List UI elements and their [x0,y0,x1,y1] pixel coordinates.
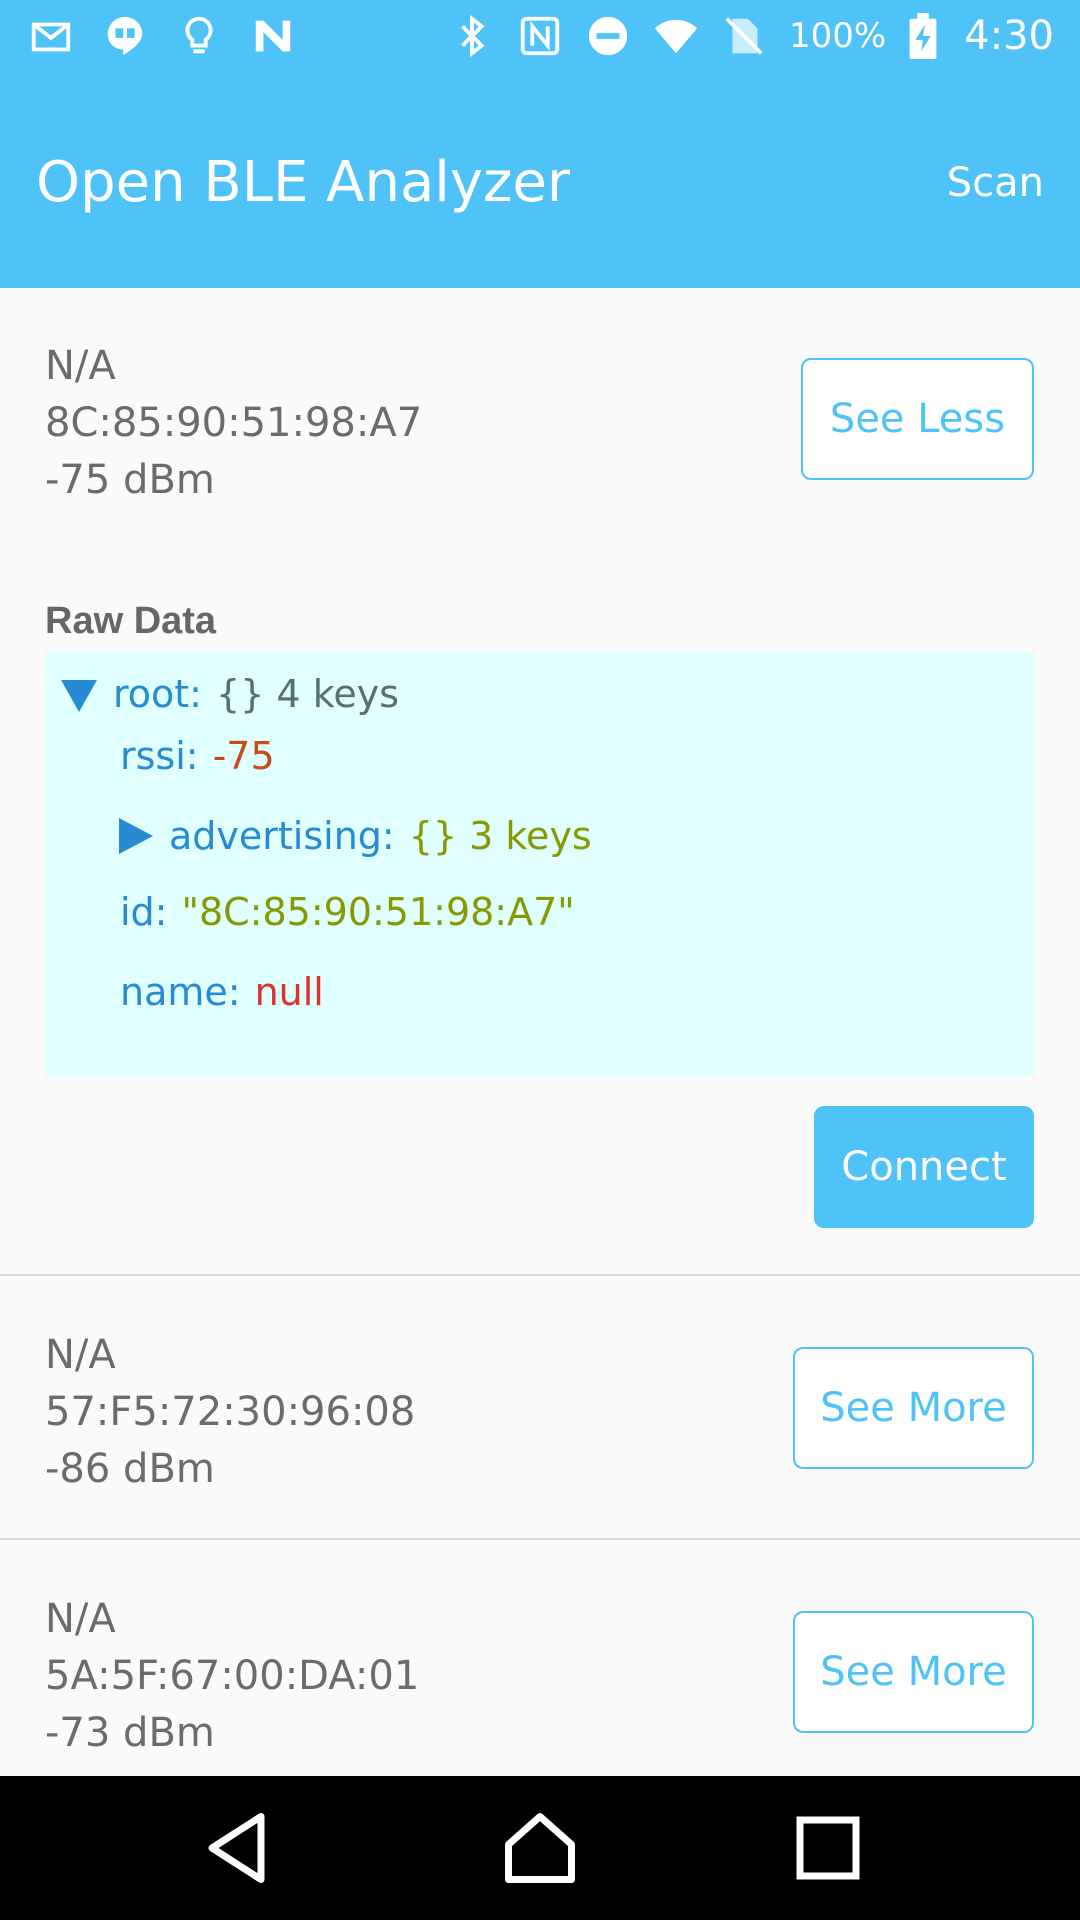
json-advertising-row[interactable]: advertising: {} 3 keys [115,814,592,858]
json-key: id: [120,890,168,934]
device-info: N/A 57:F5:72:30:96:08 -86 dBm [45,1327,415,1498]
lightbulb-icon [176,13,222,59]
clock: 4:30 [964,13,1054,59]
no-sim-icon [721,13,767,59]
device-address: 5A:5F:67:00:DA:01 [45,1653,420,1699]
recents-icon[interactable] [786,1806,870,1890]
device-name: N/A [45,1596,116,1642]
json-name-row: name: null [120,970,324,1014]
json-summary: {} 4 keys [216,672,400,716]
device-rssi: -86 dBm [45,1446,215,1492]
app-bar: Open BLE Analyzer Scan [0,72,1080,288]
gmail-icon [28,13,74,59]
caret-right-icon[interactable] [115,816,155,856]
app-title: Open BLE Analyzer [36,150,570,215]
json-value: -75 [212,734,275,778]
see-less-button[interactable]: See Less [801,358,1034,480]
connect-button[interactable]: Connect [814,1106,1034,1228]
caret-down-icon[interactable] [59,674,99,714]
json-key: root: [113,672,202,716]
home-icon[interactable] [498,1806,582,1890]
json-value: null [254,970,324,1014]
json-value: "8C:85:90:51:98:A7" [181,890,575,934]
json-key: rssi: [120,734,199,778]
navigation-bar [0,1776,1080,1920]
see-more-button[interactable]: See More [793,1347,1034,1469]
status-bar: 100% 4:30 [0,0,1080,72]
device-address: 8C:85:90:51:98:A7 [45,400,423,446]
device-rssi: -75 dBm [45,457,215,503]
back-icon[interactable] [198,1806,282,1890]
device-info: N/A 5A:5F:67:00:DA:01 -73 dBm [45,1591,419,1762]
json-summary: {} 3 keys [408,814,592,858]
raw-data-heading: Raw Data [45,600,217,642]
scan-button[interactable]: Scan [947,160,1044,206]
battery-percent: 100% [788,16,887,56]
divider [0,1274,1080,1276]
see-more-button[interactable]: See More [793,1611,1034,1733]
device-info: N/A 8C:85:90:51:98:A7 -75 dBm [45,338,422,509]
n-logo-icon [250,13,296,59]
battery-charging-icon [908,13,938,59]
json-key: name: [120,970,241,1014]
json-key: advertising: [169,814,395,858]
json-id-row: id: "8C:85:90:51:98:A7" [120,890,575,934]
device-name: N/A [45,343,116,389]
json-root-row[interactable]: root: {} 4 keys [59,672,399,716]
device-name: N/A [45,1332,116,1378]
bluetooth-icon [449,13,495,59]
status-bar-notifications [28,10,296,62]
device-rssi: -73 dBm [45,1710,215,1756]
json-rssi-row: rssi: -75 [120,734,275,778]
divider [0,1538,1080,1540]
device-address: 57:F5:72:30:96:08 [45,1389,416,1435]
json-viewer: root: {} 4 keys rssi: -75 advertising: {… [45,652,1035,1076]
do-not-disturb-icon [585,13,631,59]
hangouts-icon [102,13,148,59]
status-bar-system: 100% 4:30 [449,8,1054,64]
wifi-icon [653,13,699,59]
nfc-icon [517,13,563,59]
